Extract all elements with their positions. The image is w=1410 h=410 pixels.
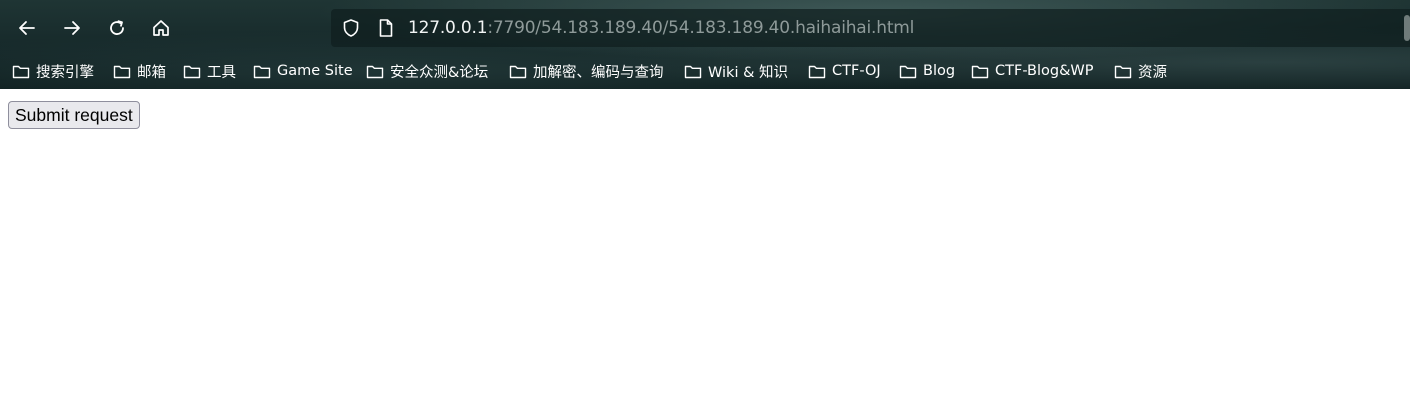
folder-icon xyxy=(253,65,271,78)
shield-icon[interactable] xyxy=(341,18,361,38)
folder-icon xyxy=(183,65,201,78)
folder-icon xyxy=(113,65,131,78)
bookmark-label: Game Site xyxy=(277,63,353,79)
back-button[interactable] xyxy=(11,12,43,44)
bookmark-label: 工具 xyxy=(207,64,236,81)
forward-button[interactable] xyxy=(56,12,88,44)
folder-icon xyxy=(899,65,917,78)
bookmark-folder-tools[interactable]: 工具 xyxy=(183,58,236,84)
folder-icon xyxy=(366,65,384,78)
url-host: 127.0.0.1 xyxy=(408,18,488,38)
folder-icon xyxy=(684,65,702,78)
bookmark-folder-wiki[interactable]: Wiki & 知识 xyxy=(684,58,788,84)
folder-icon xyxy=(509,65,527,78)
url-text[interactable]: 127.0.0.1:7790/54.183.189.40/54.183.189.… xyxy=(408,18,914,38)
home-button[interactable] xyxy=(145,12,177,44)
bookmark-label: 加解密、编码与查询 xyxy=(533,64,664,81)
browser-chrome: 127.0.0.1:7790/54.183.189.40/54.183.189.… xyxy=(0,0,1410,89)
navigation-toolbar: 127.0.0.1:7790/54.183.189.40/54.183.189.… xyxy=(0,0,1410,56)
bookmark-label: 资源 xyxy=(1138,64,1167,81)
bookmark-label: CTF-OJ xyxy=(832,63,881,79)
bookmark-label: 邮箱 xyxy=(137,64,166,81)
reload-icon xyxy=(110,20,124,35)
bookmark-label: 搜索引擎 xyxy=(36,64,94,81)
page-content: Submit request xyxy=(0,89,1410,410)
reload-button[interactable] xyxy=(101,12,133,44)
bookmark-folder-ctf-oj[interactable]: CTF-OJ xyxy=(808,58,881,84)
bookmark-label: Blog xyxy=(923,63,956,79)
bookmarks-toolbar: 搜索引擎 邮箱 工具 Game Site 安全众测&论坛 加解密、编码与查询 W… xyxy=(0,58,1410,84)
bookmark-label: 安全众测&论坛 xyxy=(390,64,489,81)
home-icon xyxy=(153,20,169,36)
bookmark-folder-blog[interactable]: Blog xyxy=(899,58,955,84)
toolbar-overflow-edge xyxy=(1404,15,1410,41)
arrow-right-icon xyxy=(64,21,80,35)
url-path: :7790/54.183.189.40/54.183.189.40.haihai… xyxy=(487,18,915,38)
submit-request-button[interactable]: Submit request xyxy=(8,101,140,129)
bookmark-folder-game-site[interactable]: Game Site xyxy=(253,58,353,84)
folder-icon xyxy=(1114,65,1132,78)
folder-icon xyxy=(808,65,826,78)
bookmark-label: Wiki & 知识 xyxy=(708,64,788,81)
folder-icon xyxy=(12,65,30,78)
bookmark-folder-mail[interactable]: 邮箱 xyxy=(113,58,166,84)
bookmark-folder-resources[interactable]: 资源 xyxy=(1114,58,1167,84)
address-bar[interactable]: 127.0.0.1:7790/54.183.189.40/54.183.189.… xyxy=(331,9,1410,47)
bookmark-label: CTF-Blog&WP xyxy=(995,63,1094,79)
bookmark-folder-crypto-encoding[interactable]: 加解密、编码与查询 xyxy=(509,58,664,84)
arrow-left-icon xyxy=(19,21,35,35)
bookmark-folder-search-engines[interactable]: 搜索引擎 xyxy=(12,58,94,84)
page-icon[interactable] xyxy=(377,18,395,38)
folder-icon xyxy=(971,65,989,78)
bookmark-folder-ctf-blog-wp[interactable]: CTF-Blog&WP xyxy=(971,58,1093,84)
bookmark-folder-security[interactable]: 安全众测&论坛 xyxy=(366,58,488,84)
